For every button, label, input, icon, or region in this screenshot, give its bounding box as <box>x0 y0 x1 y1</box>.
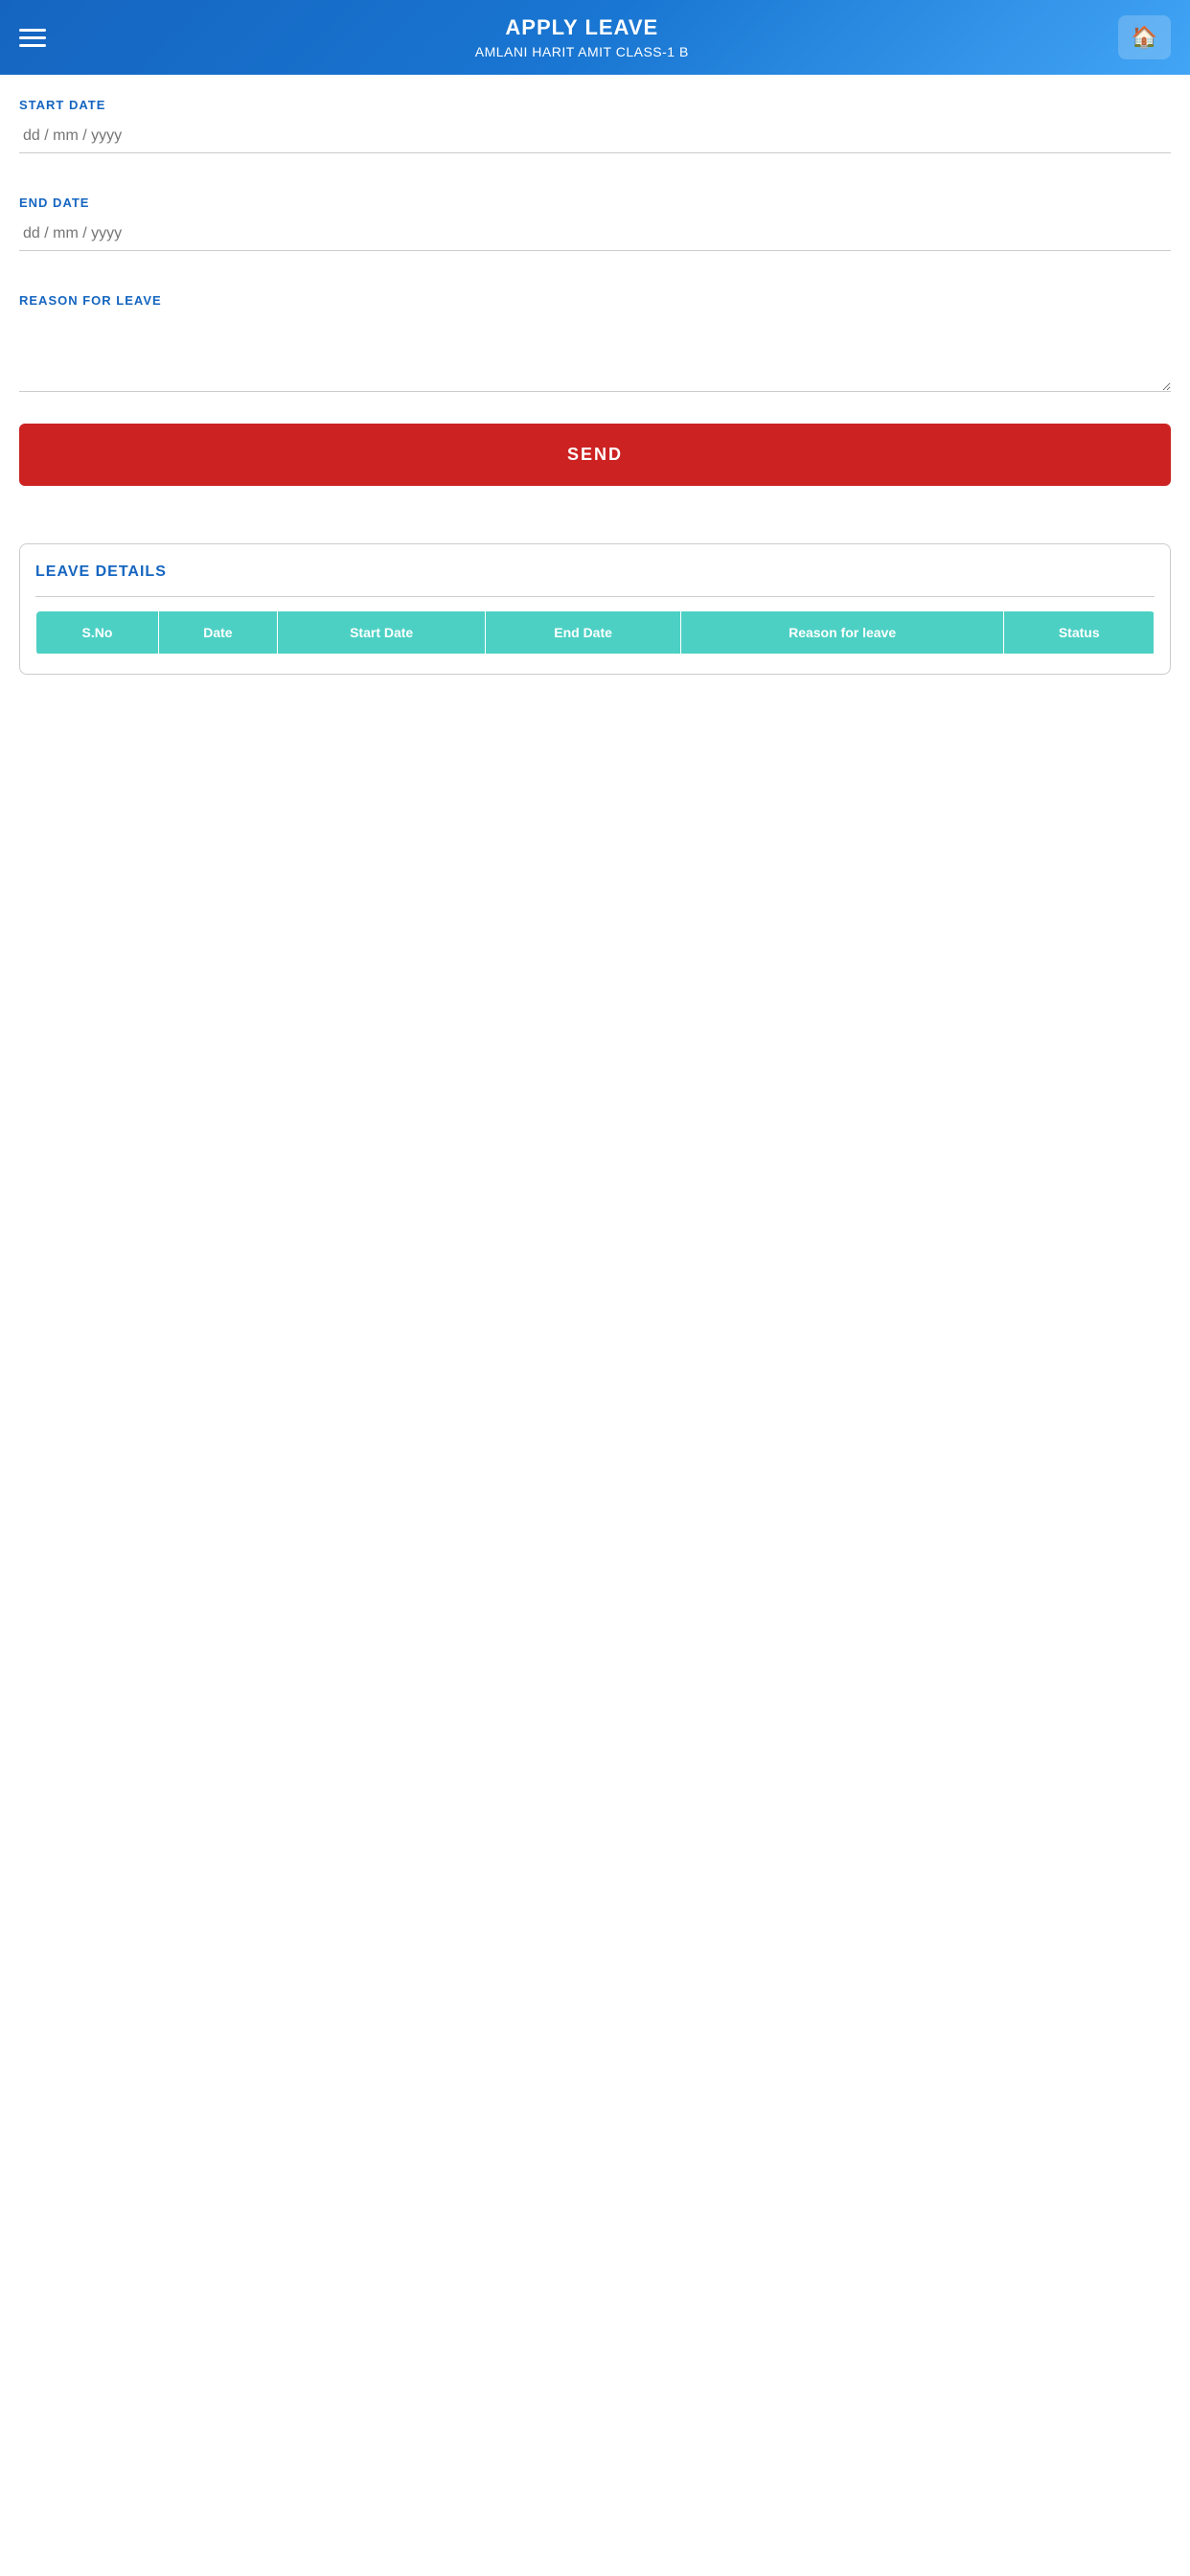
reason-textarea[interactable] <box>19 315 1171 392</box>
table-header: S.No Date Start Date End Date Reason for… <box>36 611 1155 655</box>
col-start-date: Start Date <box>277 611 486 655</box>
col-end-date: End Date <box>486 611 680 655</box>
menu-icon[interactable] <box>19 29 46 47</box>
end-date-group: END DATE <box>19 196 1171 274</box>
col-status: Status <box>1004 611 1155 655</box>
col-sno: S.No <box>36 611 159 655</box>
leave-details-section: LEAVE DETAILS S.No Date Start Date End D… <box>19 543 1171 675</box>
col-date: Date <box>158 611 277 655</box>
page-title: APPLY LEAVE <box>46 15 1118 40</box>
apply-leave-form: START DATE END DATE REASON FOR LEAVE SEN… <box>0 75 1190 509</box>
reason-group: REASON FOR LEAVE <box>19 293 1171 397</box>
header-center: APPLY LEAVE AMLANI HARIT AMIT CLASS-1 B <box>46 15 1118 59</box>
send-button[interactable]: SEND <box>19 424 1171 486</box>
app-header: APPLY LEAVE AMLANI HARIT AMIT CLASS-1 B … <box>0 0 1190 75</box>
section-divider <box>35 596 1155 597</box>
start-date-input[interactable] <box>19 120 1171 153</box>
end-date-input[interactable] <box>19 218 1171 251</box>
start-date-label: START DATE <box>19 98 1171 112</box>
leave-details-table: S.No Date Start Date End Date Reason for… <box>35 610 1155 655</box>
home-button[interactable]: 🏠 <box>1118 15 1171 59</box>
col-reason: Reason for leave <box>680 611 1004 655</box>
leave-details-title: LEAVE DETAILS <box>35 564 1155 581</box>
end-date-label: END DATE <box>19 196 1171 210</box>
reason-label: REASON FOR LEAVE <box>19 293 1171 308</box>
table-header-row: S.No Date Start Date End Date Reason for… <box>36 611 1155 655</box>
student-name: AMLANI HARIT AMIT CLASS-1 B <box>46 44 1118 59</box>
start-date-group: START DATE <box>19 98 1171 176</box>
